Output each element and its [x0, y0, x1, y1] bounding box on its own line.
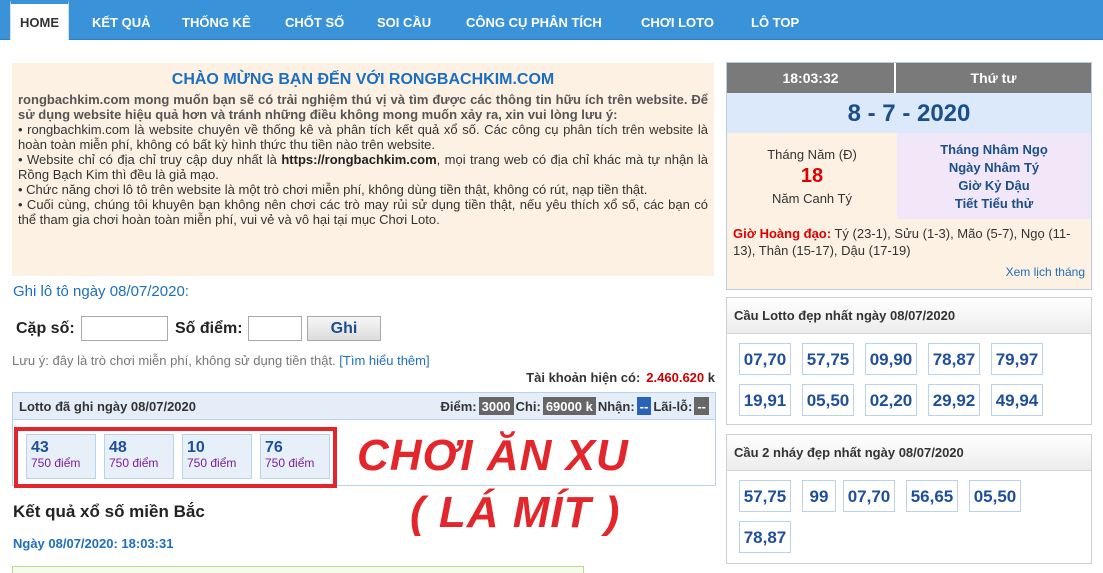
cau-lotto-pill[interactable]: 79,97 [991, 343, 1043, 375]
page: HOME KẾT QUẢ THỐNG KÊ CHỐT SỐ SOI CẦU CÔ… [0, 0, 1103, 573]
account-value: 2.460.620 [646, 370, 705, 385]
lunar-month-label: Tháng Năm (Đ) [767, 147, 857, 162]
account-balance: Tài khoản hiện có: 2.460.620 k [526, 370, 715, 385]
welcome-bullet-1: • rongbachkim.com là website chuyên về t… [18, 122, 708, 152]
promo-banner-line-1: CHƠI ĂN XU [357, 431, 629, 480]
cau-lotto-pill[interactable]: 19,91 [739, 384, 791, 416]
ghi-button[interactable]: Ghi [307, 316, 381, 341]
lotto-card-number: 76 [265, 439, 283, 456]
nav-cong-cu[interactable]: CÔNG CỤ PHÂN TÍCH [466, 0, 602, 40]
lotto-stats: Điểm: 3000 Chi: 69000 k Nhận: -- Lãi-lỗ: -- [440, 397, 711, 415]
cau-2-nhay-title: Cầu 2 nháy đẹp nhất ngày 08/07/2020 [727, 435, 1091, 471]
lotto-card-number: 10 [187, 439, 205, 456]
cau-lotto-pill[interactable]: 09,90 [865, 343, 917, 375]
can-chi-hour: Giờ Kỷ Dậu [958, 178, 1030, 193]
tim-hieu-them-link[interactable]: [Tìm hiểu thêm] [339, 353, 429, 368]
xem-lich-thang-link[interactable]: Xem lịch tháng [1006, 264, 1085, 281]
lotto-card-number: 48 [109, 439, 127, 456]
welcome-bullet-2: • Website chỉ có địa chỉ truy cập duy nh… [18, 152, 708, 182]
lotto-head-label: Lotto đã ghi ngày 08/07/2020 [19, 399, 196, 414]
diem-value: 3000 [478, 397, 514, 415]
nhan-label: Nhận: [597, 399, 635, 414]
calendar-date: 8 - 7 - 2020 [727, 93, 1091, 133]
nav-soi-cau[interactable]: SOI CẦU [377, 0, 431, 40]
welcome-bullet-2-pre: • Website chỉ có địa chỉ truy cập duy nh… [18, 152, 282, 167]
cau-lotto-pill[interactable]: 29,92 [928, 384, 980, 416]
diem-label: Điểm: [440, 399, 477, 414]
lotto-card-number: 43 [31, 439, 49, 456]
cau-lotto-pill[interactable]: 78,87 [928, 343, 980, 375]
luu-y-note: Lưu ý: đây là trò chơi miễn phí, không s… [12, 353, 430, 368]
cap-so-label: Cặp số: [16, 320, 75, 337]
cau-lotto-pill[interactable]: 49,94 [991, 384, 1043, 416]
welcome-intro: rongbachkim.com mong muốn bạn sẽ có trải… [18, 92, 708, 122]
ket-qua-date[interactable]: Ngày 08/07/2020: 18:03:31 [13, 536, 173, 551]
nav-thong-ke[interactable]: THỐNG KÊ [182, 0, 251, 40]
nav-lo-top[interactable]: LÔ TOP [751, 0, 799, 40]
nav-ket-qua[interactable]: KẾT QUẢ [92, 0, 151, 40]
so-diem-label: Số điểm: [175, 320, 243, 337]
laile-label: Lãi-lỗ: [653, 399, 693, 414]
site-url: https://rongbachkim.com [281, 152, 437, 167]
can-chi-day: Ngày Nhâm Tý [948, 160, 1040, 175]
lotto-card[interactable]: 10 750 điểm [182, 434, 252, 479]
welcome-box: CHÀO MỪNG BẠN ĐẾN VỚI RONGBACHKIM.COM ro… [12, 63, 714, 276]
top-nav: HOME KẾT QUẢ THỐNG KÊ CHỐT SỐ SOI CẦU CÔ… [0, 0, 1103, 40]
lunar-year: Năm Canh Tý [772, 191, 852, 206]
tiet-khi: Tiết Tiểu thử [954, 196, 1034, 211]
cau-lotto-pill[interactable]: 05,50 [802, 384, 854, 416]
lotto-card-points: 750 điểm [265, 456, 315, 470]
lotto-card[interactable]: 48 750 điểm [104, 434, 174, 479]
nhan-value: -- [636, 397, 652, 415]
cau-lotto-title: Cầu Lotto đẹp nhất ngày 08/07/2020 [727, 298, 1091, 334]
cau-2-nhay-pill[interactable]: 05,50 [969, 480, 1021, 512]
calendar-lunar-right: Tháng Nhâm Ngọ Ngày Nhâm Tý Giờ Kỷ Dậu T… [897, 133, 1091, 219]
cau-2-nhay-box: Cầu 2 nháy đẹp nhất ngày 08/07/2020 57,7… [726, 434, 1092, 564]
welcome-bullet-4: • Cuối cùng, chúng tôi khuyên bạn không … [18, 197, 708, 227]
calendar-time: 18:03:32 [727, 63, 895, 93]
cau-lotto-box: Cầu Lotto đẹp nhất ngày 08/07/2020 07,70… [726, 297, 1092, 425]
calendar-widget: 18:03:32 Thứ tư 8 - 7 - 2020 Tháng Năm (… [726, 62, 1092, 290]
promo-banner-line-2: ( LÁ MÍT ) [410, 488, 621, 537]
cau-2-nhay-pill[interactable]: 78,87 [739, 521, 791, 553]
cau-2-nhay-pill[interactable]: 56,65 [906, 480, 958, 512]
cau-2-nhay-pill[interactable]: 99 [802, 480, 836, 512]
cau-lotto-pill[interactable]: 07,70 [739, 343, 791, 375]
chi-label: Chi: [515, 399, 541, 414]
ket-qua-title: Kết quả xổ số miền Bắc [13, 502, 205, 521]
chi-value: 69000 k [542, 397, 596, 415]
welcome-bullet-3: • Chức năng chơi lô tô trên website là m… [18, 182, 648, 197]
cau-lotto-pill[interactable]: 02,20 [865, 384, 917, 416]
lotto-card[interactable]: 43 750 điểm [26, 434, 96, 479]
lotto-card-points: 750 điểm [31, 456, 81, 470]
can-chi-month: Tháng Nhâm Ngọ [940, 142, 1048, 157]
calendar-lunar-left: Tháng Năm (Đ) 18 Năm Canh Tý [727, 133, 897, 219]
account-unit: k [707, 370, 715, 385]
cau-2-nhay-pill[interactable]: 57,75 [739, 480, 791, 512]
cau-lotto-pill[interactable]: 57,75 [802, 343, 854, 375]
cap-so-input[interactable] [81, 316, 168, 341]
ket-qua-table-top [12, 566, 584, 573]
so-diem-input[interactable] [248, 316, 302, 341]
welcome-title: CHÀO MỪNG BẠN ĐẾN VỚI RONGBACHKIM.COM [171, 71, 555, 88]
lotto-card-points: 750 điểm [109, 456, 159, 470]
nav-home[interactable]: HOME [10, 0, 69, 40]
luu-y-text: Lưu ý: đây là trò chơi miễn phí, không s… [12, 353, 336, 368]
nav-chot-so[interactable]: CHỐT SỐ [285, 0, 344, 40]
lotto-panel-header: Lotto đã ghi ngày 08/07/2020 Điểm: 3000 Ch… [13, 393, 715, 420]
calendar-weekday: Thứ tư [896, 63, 1091, 93]
gio-hoang-dao: Giờ Hoàng đạo: Tý (23-1), Sửu (1-3), Mão… [727, 219, 1091, 289]
ghi-lo-title: Ghi lô tô ngày 08/07/2020: [13, 283, 189, 300]
cau-2-nhay-pill[interactable]: 07,70 [843, 480, 895, 512]
account-label: Tài khoản hiện có: [526, 370, 641, 385]
gio-hoang-dao-label: Giờ Hoàng đạo: [733, 226, 832, 241]
lunar-day: 18 [800, 165, 824, 187]
lotto-card[interactable]: 76 750 điểm [260, 434, 330, 479]
laile-value: -- [694, 397, 709, 415]
nav-choi-loto[interactable]: CHƠI LOTO [641, 0, 714, 40]
lotto-card-points: 750 điểm [187, 456, 237, 470]
